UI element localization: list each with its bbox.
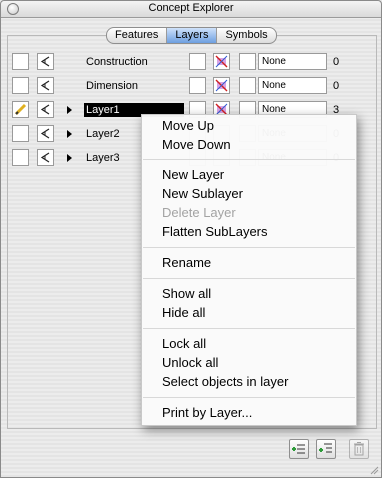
tab-bar: Features Layers Symbols [106,27,277,44]
printer-color-icon [215,79,228,92]
layer-row-construction[interactable]: Construction None 0 [7,51,375,73]
edit-toggle[interactable] [12,77,29,94]
title-bar[interactable]: Concept Explorer [1,1,381,18]
print-toggle[interactable] [213,53,230,70]
new-layer-button[interactable] [289,439,309,459]
layer-row-dimension[interactable]: Dimension None 0 [7,75,375,97]
edit-toggle[interactable] [12,149,29,166]
tab-layers[interactable]: Layers [167,28,218,43]
menu-item-flatten-sublayers[interactable]: Flatten SubLayers [162,223,268,241]
lock-toggle[interactable] [189,53,206,70]
layer-name[interactable]: Dimension [84,79,140,93]
edit-toggle[interactable] [12,53,29,70]
eye-triangle-icon [40,56,50,67]
menu-item-move-down[interactable]: Move Down [162,136,231,154]
resize-grip-icon[interactable] [369,465,379,475]
menu-item-select-objects[interactable]: Select objects in layer [162,373,288,391]
menu-item-hide-all[interactable]: Hide all [162,304,205,322]
concept-explorer-window: Concept Explorer Features Layers Symbols… [0,0,382,478]
color-field[interactable]: None [258,53,327,70]
window-title: Concept Explorer [148,2,234,14]
edit-toggle[interactable] [12,125,29,142]
object-count: 0 [333,80,340,92]
menu-item-new-sublayer[interactable]: New Sublayer [162,185,243,203]
printer-color-icon [215,55,228,68]
eye-triangle-icon [40,128,50,139]
tab-symbols[interactable]: Symbols [217,28,275,43]
menu-item-move-up[interactable]: Move Up [162,117,214,135]
disclosure-triangle-icon[interactable] [67,154,72,162]
disclosure-triangle-icon[interactable] [67,106,72,114]
disclosure-triangle-icon[interactable] [67,130,72,138]
menu-separator [143,159,355,160]
layer-name[interactable]: Construction [84,55,150,69]
visibility-toggle[interactable] [37,77,54,94]
edit-toggle[interactable] [12,101,29,118]
trash-icon [354,442,364,456]
menu-item-show-all[interactable]: Show all [162,285,211,303]
tab-features[interactable]: Features [107,28,168,43]
menu-separator [143,247,355,248]
menu-item-print-by-layer[interactable]: Print by Layer... [162,404,252,422]
menu-item-new-layer[interactable]: New Layer [162,166,224,184]
layer-name[interactable]: Layer2 [84,127,122,141]
new-sublayer-icon [319,443,332,453]
menu-separator [143,278,355,279]
eye-triangle-icon [40,104,50,115]
layer-name[interactable]: Layer3 [84,151,122,165]
new-sublayer-button[interactable] [316,439,336,459]
color-swatch[interactable] [239,53,256,70]
visibility-toggle[interactable] [37,149,54,166]
eye-triangle-icon [40,152,50,163]
delete-layer-button[interactable] [349,439,369,459]
visibility-toggle[interactable] [37,53,54,70]
lock-toggle[interactable] [189,77,206,94]
visibility-toggle[interactable] [37,101,54,118]
menu-separator [143,397,355,398]
visibility-toggle[interactable] [37,125,54,142]
color-field[interactable]: None [258,77,327,94]
menu-item-lock-all[interactable]: Lock all [162,335,206,353]
print-toggle[interactable] [213,77,230,94]
pencil-icon [14,103,27,116]
new-layer-icon [292,444,305,454]
object-count: 0 [333,56,340,68]
eye-triangle-icon [40,80,50,91]
menu-item-rename[interactable]: Rename [162,254,211,272]
menu-item-delete-layer: Delete Layer [162,205,236,220]
color-swatch[interactable] [239,77,256,94]
menu-item-unlock-all[interactable]: Unlock all [162,354,218,372]
layer-context-menu: Move Up Move Down New Layer New Sublayer… [141,114,357,426]
menu-separator [143,328,355,329]
